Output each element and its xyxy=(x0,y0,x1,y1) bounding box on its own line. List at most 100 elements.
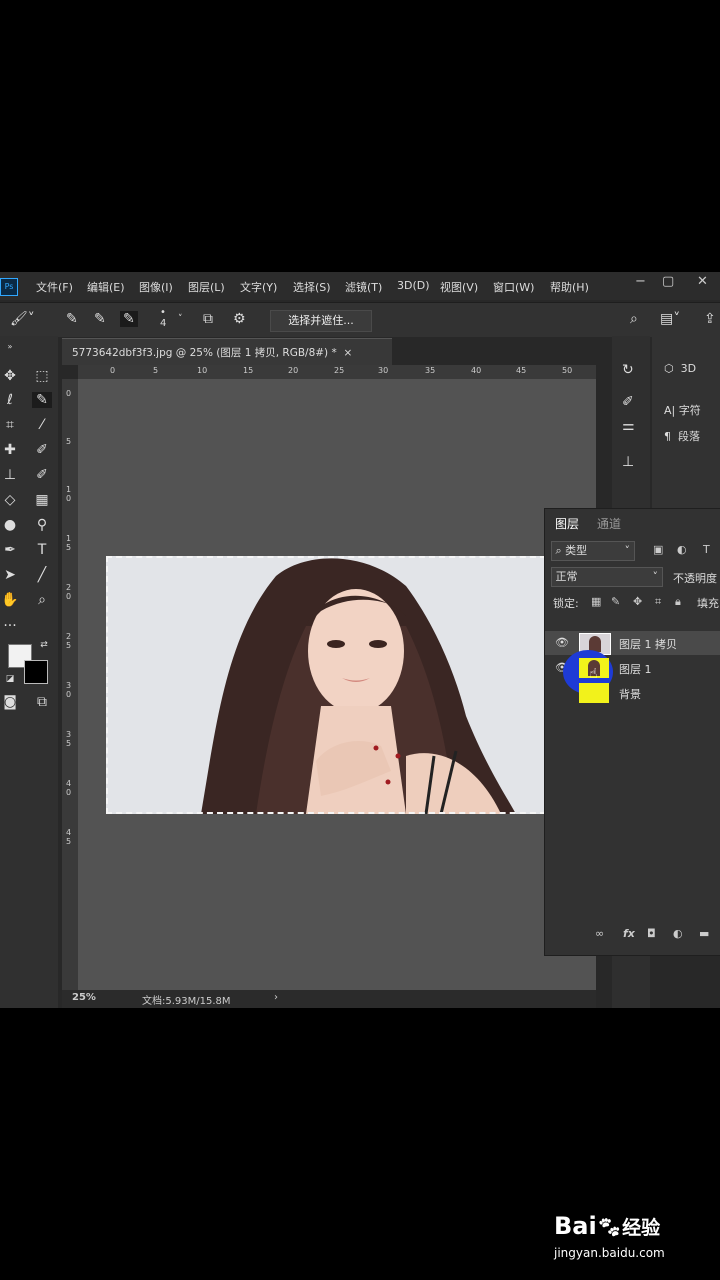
search-icon[interactable]: ⌕ xyxy=(630,311,638,327)
blend-mode-select[interactable]: 正常 ˅ xyxy=(551,567,663,587)
collapse-icon[interactable]: » xyxy=(0,342,20,351)
zoom-level[interactable]: 25% xyxy=(72,992,96,1003)
layer-name[interactable]: 图层 1 拷贝 xyxy=(619,636,677,652)
restore-button[interactable]: ▢ xyxy=(662,274,674,289)
workspace-icon[interactable]: ▤˅ xyxy=(660,311,680,327)
sample-all-layers-icon[interactable]: ⧉ xyxy=(203,311,213,327)
marquee-tool-icon[interactable]: ⬚ xyxy=(32,368,52,384)
brush-tool-icon[interactable]: ✐ xyxy=(32,442,52,458)
ruler-tick: 1 0 xyxy=(66,485,72,503)
brush-panel-icon[interactable]: ✐ xyxy=(622,394,634,410)
default-colors-icon[interactable]: ◪ xyxy=(0,674,20,684)
photoshop-window: Ps 文件(F) 编辑(E) 图像(I) 图层(L) 文字(Y) 选择(S) 滤… xyxy=(0,272,720,1008)
subtract-selection-brush-icon[interactable]: ✎ xyxy=(120,311,138,327)
opacity-label[interactable]: 不透明度 xyxy=(673,570,717,586)
type-tool-icon[interactable]: T xyxy=(32,542,52,558)
document-title: 5773642dbf3f3.jpg @ 25% (图层 1 拷贝, RGB/8#… xyxy=(72,345,352,360)
menu-help[interactable]: 帮助(H) xyxy=(550,279,589,295)
crop-tool-icon[interactable]: ⌗ xyxy=(0,417,20,433)
brush-size-value: 4 xyxy=(160,318,167,329)
menu-image[interactable]: 图像(I) xyxy=(139,279,173,295)
select-and-mask-button[interactable]: 选择并遮住... xyxy=(270,310,372,332)
new-selection-brush-icon[interactable]: ✎ xyxy=(66,311,78,327)
panel-paragraph[interactable]: ¶ 段落 xyxy=(664,428,700,444)
eraser-tool-icon[interactable]: ◇ xyxy=(0,492,20,508)
menu-filter[interactable]: 滤镜(T) xyxy=(345,279,382,295)
ruler-tick: 45 xyxy=(516,366,527,375)
layer-row[interactable]: 👁︎ 图层 1 拷贝 xyxy=(545,631,720,655)
menu-3d[interactable]: 3D(D) xyxy=(397,279,430,292)
gradient-tool-icon[interactable]: ▦ xyxy=(32,492,52,508)
lock-image-icon[interactable]: ✎ xyxy=(611,595,620,608)
move-tool-icon[interactable]: ✥ xyxy=(0,368,20,384)
menu-select[interactable]: 选择(S) xyxy=(293,279,331,295)
pen-tool-icon[interactable]: ✒ xyxy=(0,542,20,558)
lock-all-icon[interactable]: 🔒︎ xyxy=(675,595,681,609)
fx-icon[interactable]: fx xyxy=(623,927,635,940)
lasso-tool-icon[interactable]: ℓ xyxy=(0,392,20,408)
panel-character[interactable]: A| 字符 xyxy=(664,402,701,418)
hand-tool-icon[interactable]: ✋ xyxy=(0,592,20,608)
minimize-button[interactable]: − xyxy=(635,274,646,289)
screen-mode-icon[interactable]: ⧉ xyxy=(32,694,52,710)
menu-layer[interactable]: 图层(L) xyxy=(188,279,225,295)
lock-position-icon[interactable]: ✥ xyxy=(633,595,642,608)
layer-filter-select[interactable]: ⌕ 类型 ˅ xyxy=(551,541,635,561)
layers-bottom-bar: ∞ fx ◘ ◐ ▬ xyxy=(545,927,720,947)
eyedropper-tool-icon[interactable]: ⁄ xyxy=(32,417,52,433)
close-tab-button[interactable]: × xyxy=(343,347,352,359)
adjustment-icon[interactable]: ◐ xyxy=(673,927,683,940)
eye-icon[interactable]: 👁︎ xyxy=(555,636,569,649)
brush-size-picker[interactable]: • 4 xyxy=(160,307,166,329)
adjustments-panel-icon[interactable]: ⚌ xyxy=(622,418,635,434)
layer-thumbnail xyxy=(579,683,609,703)
quick-selection-tool-icon[interactable]: ✎ xyxy=(32,392,52,408)
document-tab[interactable]: 5773642dbf3f3.jpg @ 25% (图层 1 拷贝, RGB/8#… xyxy=(62,338,392,365)
dodge-tool-icon[interactable]: ⚲ xyxy=(32,517,52,533)
layer-name[interactable]: 图层 1 xyxy=(619,661,652,677)
layer-row[interactable]: 👁︎ 图层 1 ☝ xyxy=(545,650,720,694)
folder-icon[interactable]: ▬ xyxy=(699,927,709,940)
menu-type[interactable]: 文字(Y) xyxy=(240,279,277,295)
share-icon[interactable]: ⇪ xyxy=(704,311,716,327)
ruler-tick: 3 5 xyxy=(66,730,72,748)
menu-edit[interactable]: 编辑(E) xyxy=(87,279,125,295)
chevron-down-icon[interactable]: ˅ xyxy=(178,314,183,324)
menu-file[interactable]: 文件(F) xyxy=(36,279,73,295)
zoom-tool-icon[interactable]: ⌕ xyxy=(32,592,52,608)
auto-enhance-icon[interactable]: ⚙ xyxy=(233,311,246,327)
status-arrow-icon[interactable]: › xyxy=(274,992,278,1003)
adjustment-filter-icon[interactable]: ◐ xyxy=(677,543,687,556)
history-panel-icon[interactable]: ↻ xyxy=(622,362,634,378)
quick-selection-preset-icon[interactable]: 🖌︎˅ xyxy=(10,311,35,327)
fill-label[interactable]: 填充 xyxy=(697,595,719,611)
add-selection-brush-icon[interactable]: ✎ xyxy=(94,311,106,327)
mask-icon[interactable]: ◘ xyxy=(647,927,656,940)
panel-3d[interactable]: ⬡ 3D xyxy=(664,362,696,375)
line-tool-icon[interactable]: ╱ xyxy=(32,567,52,583)
lock-transparency-icon[interactable]: ▦ xyxy=(591,595,601,608)
close-window-button[interactable]: ✕ xyxy=(697,274,708,289)
link-icon[interactable]: ∞ xyxy=(595,927,604,940)
tab-layers[interactable]: 图层 xyxy=(555,515,579,532)
document-image[interactable] xyxy=(106,556,546,814)
menu-window[interactable]: 窗口(W) xyxy=(493,279,534,295)
history-brush-icon[interactable]: ✐ xyxy=(32,467,52,483)
healing-brush-icon[interactable]: ✚ xyxy=(0,442,20,458)
type-filter-icon[interactable]: T xyxy=(703,543,710,556)
layer-row[interactable]: 背景 xyxy=(545,681,720,705)
path-selection-icon[interactable]: ➤ xyxy=(0,567,20,583)
blur-tool-icon[interactable]: ● xyxy=(0,517,20,533)
clone-source-panel-icon[interactable]: ⊥ xyxy=(622,454,634,470)
layer-name[interactable]: 背景 xyxy=(619,686,641,702)
quick-mask-icon[interactable]: ◙ xyxy=(0,694,20,710)
clone-stamp-icon[interactable]: ⊥ xyxy=(0,467,20,483)
menu-view[interactable]: 视图(V) xyxy=(440,279,478,295)
tab-channels[interactable]: 通道 xyxy=(597,515,621,532)
tools-panel: » ✥ ⬚ ℓ ✎ ⌗ ⁄ ✚ ✐ ⊥ ✐ ◇ ▦ ● ⚲ ✒ T ➤ ╱ ✋ … xyxy=(0,336,58,1008)
edit-toolbar-icon[interactable]: ··· xyxy=(0,618,20,634)
pixel-filter-icon[interactable]: ▣ xyxy=(653,543,663,556)
swap-colors-icon[interactable]: ⇄ xyxy=(34,640,54,650)
lock-artboard-icon[interactable]: ⌗ xyxy=(655,595,661,609)
background-color-swatch[interactable] xyxy=(24,660,48,684)
